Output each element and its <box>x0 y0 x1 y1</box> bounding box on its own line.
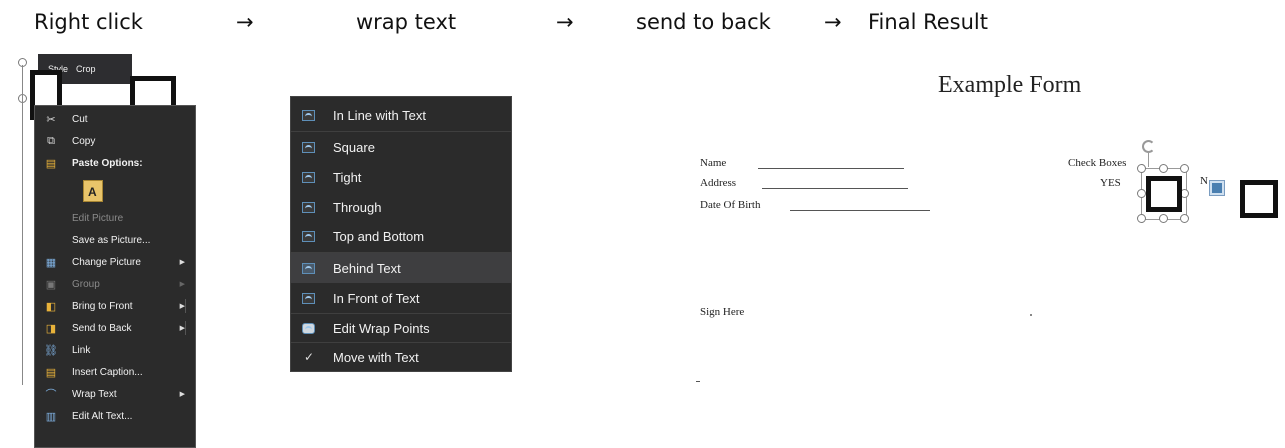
wrap-text-submenu: In Line with Text Square Tight Through T… <box>290 96 512 372</box>
wrap-in-front-of-text[interactable]: In Front of Text <box>291 283 511 313</box>
dob-underline <box>790 210 930 211</box>
arrow-3: → <box>824 10 842 34</box>
menu-item-link[interactable]: ⛓ Link <box>35 339 195 361</box>
split-divider <box>185 299 186 313</box>
change-picture-icon: ▦ <box>45 256 57 269</box>
alt-text-icon: ▥ <box>45 410 57 423</box>
menu-item-bring-to-front[interactable]: ◧ Bring to Front ▶ <box>35 295 195 317</box>
check-boxes-label: Check Boxes <box>1068 157 1127 169</box>
menu-item-send-to-back[interactable]: ◨ Send to Back ▶ <box>35 317 195 339</box>
wrap-square[interactable]: Square <box>291 132 511 162</box>
resize-handle[interactable] <box>1180 214 1189 223</box>
wrap-through-icon <box>302 201 315 213</box>
submenu-arrow-icon: ▶ <box>179 391 185 398</box>
submenu-arrow-icon: ▶ <box>179 259 185 266</box>
context-menu-panel: Style Crop ✂ Cut ⧉ Copy ▤ Paste Options:… <box>14 54 196 448</box>
resize-handle[interactable] <box>1137 164 1146 173</box>
wrap-through[interactable]: Through <box>291 192 511 222</box>
send-back-icon: ◨ <box>45 322 57 335</box>
split-divider <box>185 321 186 335</box>
context-menu: ✂ Cut ⧉ Copy ▤ Paste Options: A Edit Pic… <box>34 105 196 448</box>
paste-icon: ▤ <box>45 157 57 170</box>
sign-here-label: Sign Here <box>700 306 745 318</box>
no-label: N <box>1200 175 1208 187</box>
resize-handle[interactable] <box>1180 164 1189 173</box>
checkmark-icon: ✓ <box>304 350 315 364</box>
step-right-click: Right click <box>34 10 143 34</box>
address-underline <box>762 188 908 189</box>
menu-item-wrap-text[interactable]: ⌒ Wrap Text ▶ <box>35 383 195 405</box>
wrap-square-icon <box>302 141 315 153</box>
menu-item-cut[interactable]: ✂ Cut <box>35 108 195 130</box>
wrap-in-line-with-text[interactable]: In Line with Text <box>291 100 511 130</box>
name-label: Name <box>700 157 727 169</box>
name-underline <box>758 168 904 169</box>
arrow-1: → <box>236 10 254 34</box>
wrap-inline-icon <box>302 109 315 121</box>
bring-front-icon: ◧ <box>45 300 57 313</box>
step-wrap-text: wrap text <box>356 10 457 34</box>
scissors-icon: ✂ <box>46 113 56 126</box>
edit-wrap-points-icon <box>302 322 315 334</box>
resize-handle[interactable] <box>1137 214 1146 223</box>
yes-label: YES <box>1100 177 1121 189</box>
menu-item-copy[interactable]: ⧉ Copy <box>35 130 195 152</box>
wrap-edit-wrap-points[interactable]: Edit Wrap Points <box>291 313 511 343</box>
text-cursor-mark <box>696 381 700 382</box>
document-title: Example Form <box>938 72 1082 98</box>
wrap-behind-text[interactable]: Behind Text <box>291 253 511 283</box>
wrap-move-with-text[interactable]: ✓ Move with Text <box>291 342 511 372</box>
menu-item-change-picture[interactable]: ▦ Change Picture ▶ <box>35 251 195 273</box>
submenu-arrow-icon: ▶ <box>179 281 185 288</box>
dob-label: Date Of Birth <box>700 199 761 211</box>
cursor-dot <box>1030 314 1032 316</box>
step-send-to-back: send to back <box>636 10 771 34</box>
yes-checkbox-image[interactable] <box>1146 176 1182 212</box>
wrap-front-icon <box>302 292 315 304</box>
rotate-stem <box>1148 153 1149 167</box>
wrap-text-icon: ⌒ <box>45 389 57 401</box>
menu-item-edit-alt-text[interactable]: ▥ Edit Alt Text... <box>35 405 195 427</box>
menu-item-edit-picture: Edit Picture <box>72 212 124 224</box>
submenu-arrow-icon[interactable]: ▶ <box>180 302 185 310</box>
address-label: Address <box>700 177 737 189</box>
wrap-behind-icon <box>302 262 315 274</box>
paste-picture-option-icon[interactable]: A <box>83 180 103 202</box>
wrap-top-and-bottom[interactable]: Top and Bottom <box>291 221 511 251</box>
wrap-tight[interactable]: Tight <box>291 162 511 192</box>
crop-button[interactable]: Crop <box>76 64 96 74</box>
group-icon: ▣ <box>45 278 57 291</box>
layout-options-button[interactable] <box>1209 180 1225 196</box>
rotate-handle-icon[interactable] <box>1142 140 1155 153</box>
no-checkbox-image[interactable] <box>1240 180 1278 218</box>
step-final-result: Final Result <box>868 10 988 34</box>
layout-options-icon <box>1212 183 1222 193</box>
menu-item-paste-options: ▤ Paste Options: <box>35 152 195 174</box>
link-icon: ⛓ <box>44 344 58 357</box>
menu-item-save-as-picture[interactable]: Save as Picture... <box>35 229 195 251</box>
resize-handle[interactable] <box>1137 189 1146 198</box>
selection-frame-edge <box>22 65 23 385</box>
resize-handle[interactable] <box>1159 164 1168 173</box>
copy-icon: ⧉ <box>47 134 55 147</box>
submenu-arrow-icon[interactable]: ▶ <box>180 324 185 332</box>
wrap-top-bottom-icon <box>302 230 315 242</box>
menu-item-group: ▣ Group ▶ <box>35 273 195 295</box>
arrow-2: → <box>556 10 574 34</box>
wrap-tight-icon <box>302 171 315 183</box>
menu-item-insert-caption[interactable]: ▤ Insert Caption... <box>35 361 195 383</box>
resize-handle[interactable] <box>1159 214 1168 223</box>
caption-icon: ▤ <box>45 366 57 379</box>
final-document: Example Form Name Address Date Of Birth … <box>690 70 1285 444</box>
